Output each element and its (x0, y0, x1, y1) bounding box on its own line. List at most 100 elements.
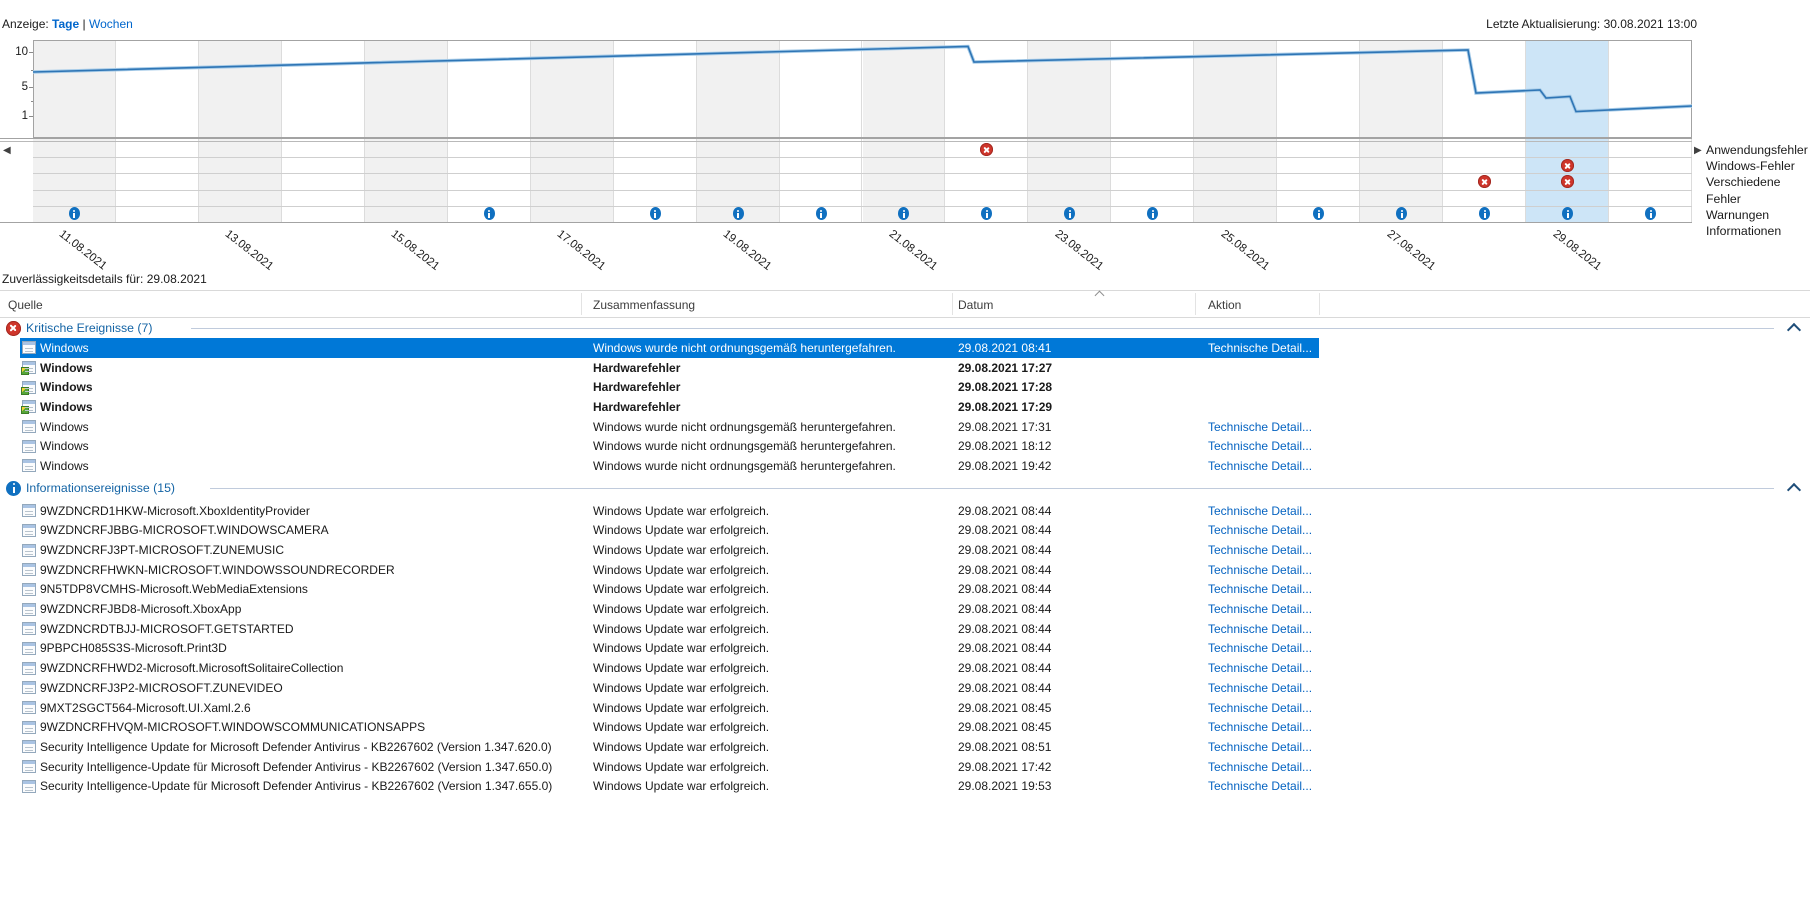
technical-details-link[interactable]: Technische Detail... (1208, 523, 1312, 537)
event-row[interactable]: Security Intelligence Update for Microso… (0, 737, 1810, 757)
event-source: 9WZDNCRFHVQM-MICROSOFT.WINDOWSCOMMUNICAT… (40, 720, 426, 735)
collapse-group-chevron-icon[interactable] (1786, 483, 1802, 498)
information-event-marker-icon[interactable] (483, 207, 495, 221)
reliability-monitor-window: Anzeige: Tage | Wochen Letzte Aktualisie… (0, 0, 1816, 901)
event-row[interactable]: 9MXT2SGCT564-Microsoft.UI.Xaml.2.6 Window… (0, 698, 1810, 718)
event-source: 9WZDNCRFJBD8-Microsoft.XboxApp (40, 602, 242, 617)
event-row[interactable]: 9N5TDP8VCMHS-Microsoft.WebMediaExtension… (0, 580, 1810, 600)
column-header-zusammenfassung[interactable]: Zusammenfassung (593, 298, 695, 312)
event-row[interactable]: Windows Windows wurde nicht ordnungsgemäß… (0, 436, 1810, 456)
event-source: 9N5TDP8VCMHS-Microsoft.WebMediaExtension… (40, 582, 308, 597)
technical-details-link[interactable]: Technische Detail... (1208, 459, 1312, 473)
event-row[interactable]: Windows Hardwarefehler 29.08.2021 17:29 (0, 397, 1810, 417)
date-axis-label: 13.08.2021 (222, 228, 276, 273)
view-days-link[interactable]: Tage (52, 17, 79, 31)
event-date: 29.08.2021 08:44 (958, 661, 1052, 676)
group-header-row[interactable]: Kritische Ereignisse (7) (0, 318, 1810, 338)
application-window-icon (22, 779, 36, 793)
technical-details-link[interactable]: Technische Detail... (1208, 504, 1312, 518)
technical-details-link[interactable]: Technische Detail... (1208, 681, 1312, 695)
technical-details-link[interactable]: Technische Detail... (1208, 760, 1312, 774)
application-window-icon (22, 420, 36, 434)
technical-details-link[interactable]: Technische Detail... (1208, 341, 1312, 355)
technical-details-link[interactable]: Technische Detail... (1208, 439, 1312, 453)
event-row[interactable]: Security Intelligence-Update für Microso… (0, 776, 1810, 796)
event-date: 29.08.2021 17:28 (958, 380, 1053, 395)
application-window-icon (22, 760, 36, 774)
critical-event-marker-icon[interactable] (1561, 158, 1575, 172)
event-row[interactable]: Windows Windows wurde nicht ordnungsgemäß… (0, 456, 1810, 476)
scroll-left-arrow[interactable]: ◀ (3, 146, 11, 156)
application-window-icon (22, 504, 36, 518)
critical-event-marker-icon[interactable] (980, 142, 994, 156)
technical-details-link[interactable]: Technische Detail... (1208, 701, 1312, 715)
event-row-selected[interactable]: Windows Windows wurde nicht ordnungsgemäß… (0, 338, 1810, 358)
event-source: 9WZDNCRFJ3P2-MICROSOFT.ZUNEVIDEO (40, 680, 283, 695)
information-event-marker-icon[interactable] (649, 207, 661, 221)
event-summary: Windows Update war erfolgreich. (593, 641, 770, 656)
event-summary: Hardwarefehler (593, 380, 681, 395)
legend-row-label: Anwendungsfehler (1706, 143, 1808, 157)
technical-details-link[interactable]: Technische Detail... (1208, 641, 1312, 655)
application-window-icon (22, 582, 36, 596)
event-row[interactable]: Windows Hardwarefehler 29.08.2021 17:28 (0, 377, 1810, 397)
column-header-datum[interactable]: Datum (958, 298, 993, 312)
event-row[interactable]: Windows Windows wurde nicht ordnungsgemäß… (0, 417, 1810, 437)
technical-details-link[interactable]: Technische Detail... (1208, 543, 1312, 557)
date-axis-label: 25.08.2021 (1218, 228, 1272, 273)
event-row[interactable]: Security Intelligence-Update für Microso… (0, 757, 1810, 777)
information-event-marker-icon[interactable] (732, 207, 744, 221)
event-summary: Windows Update war erfolgreich. (593, 602, 770, 617)
event-row[interactable]: 9WZDNCRFHVQM-MICROSOFT.WINDOWSCOMMUNICAT… (0, 717, 1810, 737)
event-row[interactable]: 9WZDNCRFJBD8-Microsoft.XboxApp Windows Up… (0, 599, 1810, 619)
event-date: 29.08.2021 08:44 (958, 621, 1052, 636)
event-date: 29.08.2021 18:12 (958, 439, 1052, 454)
scroll-right-arrow[interactable]: ▶ (1694, 146, 1702, 156)
technical-details-link[interactable]: Technische Detail... (1208, 582, 1312, 596)
event-row[interactable]: 9WZDNCRFHWKN-MICROSOFT.WINDOWSSOUNDRECOR… (0, 560, 1810, 580)
technical-details-link[interactable]: Technische Detail... (1208, 720, 1312, 734)
technical-details-link[interactable]: Technische Detail... (1208, 661, 1312, 675)
event-row[interactable]: 9WZDNCRFJ3PT-MICROSOFT.ZUNEMUSIC Windows … (0, 540, 1810, 560)
event-date: 29.08.2021 17:31 (958, 419, 1052, 434)
event-source: 9WZDNCRD1HKW-Microsoft.XboxIdentityProvi… (40, 503, 310, 518)
event-date: 29.08.2021 08:41 (958, 340, 1052, 355)
technical-details-link[interactable]: Technische Detail... (1208, 602, 1312, 616)
event-summary: Windows Update war erfolgreich. (593, 661, 770, 676)
critical-event-marker-icon[interactable] (1561, 175, 1575, 188)
hardware-overlay-badge (21, 406, 29, 415)
event-source: Windows (40, 380, 93, 395)
event-row[interactable]: 9WZDNCRD1HKW-Microsoft.XboxIdentityProvi… (0, 501, 1810, 521)
event-summary: Windows Update war erfolgreich. (593, 720, 770, 735)
event-source: Windows (40, 458, 89, 473)
hardware-overlay-badge (21, 367, 29, 376)
event-summary: Windows wurde nicht ordnungsgemäß herunt… (593, 419, 896, 434)
hardware-error-icon (21, 400, 36, 415)
event-row[interactable]: 9WZDNCRFJ3P2-MICROSOFT.ZUNEVIDEO Windows … (0, 678, 1810, 698)
event-summary: Hardwarefehler (593, 399, 681, 414)
technical-details-link[interactable]: Technische Detail... (1208, 563, 1312, 577)
group-header-row[interactable]: Informationsereignisse (15) (0, 476, 1810, 501)
event-row[interactable]: 9WZDNCRFJBBG-MICROSOFT.WINDOWSCAMERA Wind… (0, 521, 1810, 541)
group-header-rule (191, 328, 1774, 329)
event-row[interactable]: 9PBPCH085S3S-Microsoft.Print3D Windows Up… (0, 639, 1810, 659)
collapse-group-chevron-icon[interactable] (1786, 322, 1802, 338)
technical-details-link[interactable]: Technische Detail... (1208, 740, 1312, 754)
column-header-aktion[interactable]: Aktion (1208, 298, 1241, 312)
plot-border (33, 40, 1692, 138)
event-row[interactable]: Windows Hardwarefehler 29.08.2021 17:27 (0, 358, 1810, 378)
technical-details-link[interactable]: Technische Detail... (1208, 420, 1312, 434)
event-summary: Windows Update war erfolgreich. (593, 680, 770, 695)
technical-details-link[interactable]: Technische Detail... (1208, 622, 1312, 636)
event-row[interactable]: 9WZDNCRDTBJJ-MICROSOFT.GETSTARTED Windows… (0, 619, 1810, 639)
grid-row-divider (33, 189, 1692, 191)
column-header-quelle[interactable]: Quelle (8, 298, 43, 312)
view-weeks-link[interactable]: Wochen (89, 17, 133, 31)
legend-row-label: Informationen (1706, 224, 1782, 239)
event-row[interactable]: 9WZDNCRFHWD2-Microsoft.MicrosoftSolitair… (0, 658, 1810, 678)
chart-row-legend: Anwendungsfehler Windows-Fehler Verschiede… (1706, 142, 1816, 239)
information-event-marker-icon[interactable] (815, 207, 827, 221)
technical-details-link[interactable]: Technische Detail... (1208, 779, 1312, 793)
event-source: Security Intelligence-Update für Microso… (40, 779, 553, 794)
event-source: Windows (40, 419, 89, 434)
